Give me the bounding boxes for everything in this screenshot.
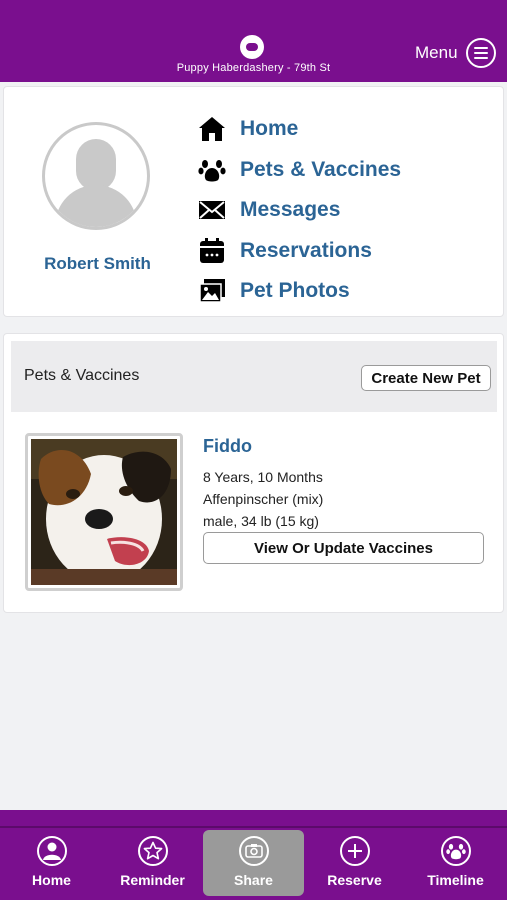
plus-icon	[339, 836, 370, 866]
nav-label: Reservations	[240, 238, 372, 262]
photos-icon	[194, 277, 230, 305]
menu-icon[interactable]	[466, 38, 496, 68]
calendar-icon	[194, 237, 230, 265]
nav-item-messages[interactable]: Messages	[194, 190, 401, 231]
tab-label: Reminder	[120, 872, 185, 888]
pets-header: Pets & Vaccines Create New Pet	[11, 341, 497, 412]
pet-age: 8 Years, 10 Months	[203, 469, 323, 485]
nav-label: Messages	[240, 198, 341, 222]
brand-logo	[240, 35, 264, 59]
nav-item-home[interactable]: Home	[194, 109, 401, 150]
nav-item-pet-photos[interactable]: Pet Photos	[194, 271, 401, 312]
avatar[interactable]	[42, 122, 150, 230]
bottom-nav: Home Reminder Share Reserve Timeline	[0, 810, 507, 900]
tab-label: Reserve	[327, 872, 382, 888]
profile-card: Robert Smith Home Pets & Vaccines Messag…	[3, 86, 504, 317]
menu-label[interactable]: Menu	[415, 43, 458, 63]
envelope-icon	[194, 196, 230, 224]
paw-icon	[440, 836, 471, 866]
nav-item-reservations[interactable]: Reservations	[194, 231, 401, 272]
nav-label: Pets & Vaccines	[240, 157, 402, 181]
pet-name[interactable]: Fiddo	[203, 436, 252, 457]
tab-share[interactable]: Share	[203, 830, 304, 896]
app-header: Puppy Haberdashery - 79th St Menu	[0, 0, 507, 82]
pets-title: Pets & Vaccines	[24, 367, 140, 384]
pet-photo[interactable]	[25, 433, 183, 591]
location-name: Puppy Haberdashery - 79th St	[176, 62, 331, 74]
pets-card: Pets & Vaccines Create New Pet Fiddo 8 Y…	[3, 333, 504, 613]
tab-label: Share	[234, 872, 273, 888]
view-update-vaccines-button[interactable]: View Or Update Vaccines	[203, 532, 484, 564]
profile-nav: Home Pets & Vaccines Messages Reservatio…	[194, 109, 401, 312]
nav-label: Pet Photos	[240, 279, 350, 303]
tab-timeline[interactable]: Timeline	[405, 830, 506, 896]
tab-reserve[interactable]: Reserve	[304, 830, 405, 896]
paw-icon	[194, 156, 230, 184]
home-icon	[194, 115, 230, 143]
create-new-pet-button[interactable]: Create New Pet	[361, 365, 491, 391]
star-icon	[137, 836, 168, 866]
pet-breed: Affenpinscher (mix)	[203, 491, 324, 507]
nav-item-pets-vaccines[interactable]: Pets & Vaccines	[194, 150, 401, 191]
user-name[interactable]: Robert Smith	[4, 254, 191, 274]
tab-label: Timeline	[427, 872, 484, 888]
user-icon	[36, 836, 67, 866]
pet-details: male, 34 lb (15 kg)	[203, 513, 319, 529]
dog-photo	[31, 439, 177, 585]
tab-label: Home	[32, 872, 71, 888]
nav-label: Home	[240, 117, 299, 141]
tab-home[interactable]: Home	[1, 830, 102, 896]
camera-icon	[238, 836, 269, 866]
tab-reminder[interactable]: Reminder	[102, 830, 203, 896]
